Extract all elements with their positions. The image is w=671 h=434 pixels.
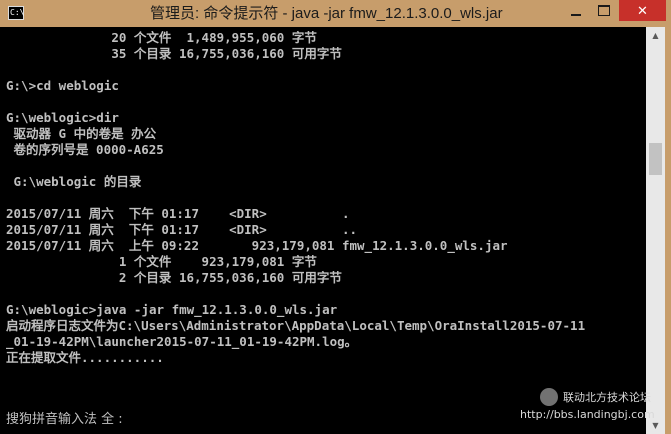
forum-logo-icon xyxy=(540,388,558,406)
ime-status-bar[interactable]: 搜狗拼音输入法 全 : xyxy=(6,412,123,428)
console-line: _01-19-42PM\launcher2015-07-11_01-19-42P… xyxy=(6,334,358,349)
minimize-button[interactable] xyxy=(562,0,590,21)
console-line: 35 个目录 16,755,036,160 可用字节 xyxy=(6,46,342,61)
console-line: 2015/07/11 周六 下午 01:17 <DIR> .. xyxy=(6,222,358,237)
console-line: G:\weblogic>java -jar fmw_12.1.3.0.0_wls… xyxy=(6,302,338,317)
watermark-site-name: 联动北方技术论坛 xyxy=(563,391,651,404)
console-output[interactable]: 20 个文件 1,489,955,060 字节 35 个目录 16,755,03… xyxy=(6,27,646,434)
vertical-scrollbar[interactable]: ▲ ▼ xyxy=(646,27,665,434)
title-bar[interactable]: C:\ 管理员: 命令提示符 - java -jar fmw_12.1.3.0.… xyxy=(0,0,671,27)
maximize-icon xyxy=(598,5,610,16)
close-icon: ✕ xyxy=(637,2,648,18)
maximize-button[interactable] xyxy=(590,0,618,21)
console-line: 20 个文件 1,489,955,060 字节 xyxy=(6,30,317,45)
console-line: 2 个目录 16,755,036,160 可用字节 xyxy=(6,270,342,285)
console-line: G:\weblogic 的目录 xyxy=(6,174,142,189)
close-button[interactable]: ✕ xyxy=(619,0,666,21)
window-title: 管理员: 命令提示符 - java -jar fmw_12.1.3.0.0_wl… xyxy=(150,5,503,22)
arrow-up-icon: ▲ xyxy=(652,31,659,40)
console-line: G:\weblogic>dir xyxy=(6,110,119,125)
window-frame-right xyxy=(665,27,671,434)
console-lines: 20 个文件 1,489,955,060 字节 35 个目录 16,755,03… xyxy=(6,30,585,366)
console-line: 2015/07/11 周六 上午 09:22 923,179,081 fmw_1… xyxy=(6,238,508,253)
command-prompt-icon: C:\ xyxy=(8,6,24,20)
console-line: 1 个文件 923,179,081 字节 xyxy=(6,254,317,269)
watermark: 联动北方技术论坛 http://bbs.landingbj.com xyxy=(520,386,666,426)
console-line: 卷的序列号是 0000-A625 xyxy=(6,142,164,157)
console-line: 启动程序日志文件为C:\Users\Administrator\AppData\… xyxy=(6,318,586,333)
scroll-up-button[interactable]: ▲ xyxy=(646,27,665,44)
console-line: 2015/07/11 周六 下午 01:17 <DIR> . xyxy=(6,206,350,221)
console-line: G:\>cd weblogic xyxy=(6,78,119,93)
minimize-icon xyxy=(571,13,581,16)
scroll-thumb[interactable] xyxy=(649,143,662,175)
console-line: 驱动器 G 中的卷是 办公 xyxy=(6,126,157,141)
watermark-url: http://bbs.landingbj.com xyxy=(520,408,655,421)
console-line: 正在提取文件........... xyxy=(6,350,164,365)
